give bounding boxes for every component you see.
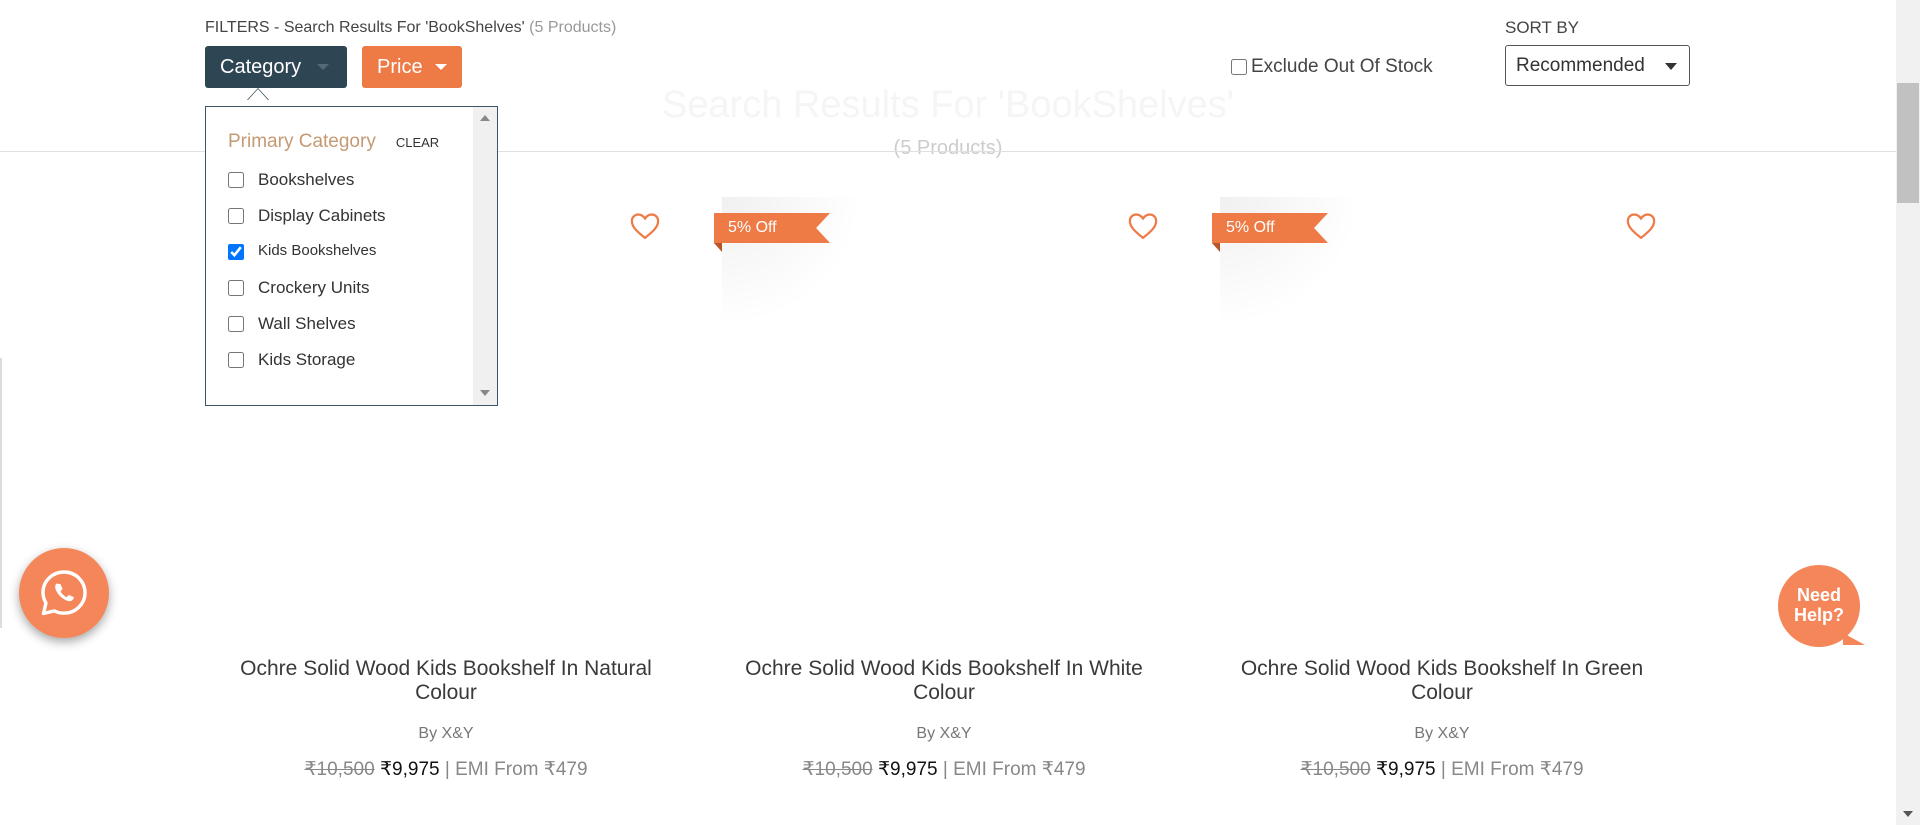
product-card[interactable]: 5% Off Ochre Solid Wood Kids Bookshelf I…: [714, 195, 1158, 795]
wishlist-heart-icon[interactable]: [1128, 212, 1158, 240]
dropdown-pointer: [247, 88, 269, 100]
exclude-out-of-stock-checkbox[interactable]: [1231, 59, 1247, 75]
whatsapp-chat-button[interactable]: [19, 548, 109, 638]
category-checkbox[interactable]: [228, 244, 244, 260]
sort-by-label: SORT BY: [1505, 18, 1580, 37]
category-checkbox[interactable]: [228, 208, 244, 224]
category-checkbox[interactable]: [228, 280, 244, 296]
product-image[interactable]: [722, 195, 1126, 625]
brand-prefix: By: [418, 725, 438, 742]
dropdown-header: Primary Category CLEAR: [228, 131, 439, 153]
category-option-label: Kids Bookshelves: [258, 242, 377, 259]
category-option-label: Crockery Units: [258, 278, 370, 297]
scroll-down-arrow-icon[interactable]: [480, 390, 490, 396]
scroll-up-arrow-icon[interactable]: [480, 115, 490, 121]
sort-select[interactable]: Recommended: [1505, 45, 1690, 86]
product-price: ₹10,500 ₹9,975 | EMI From ₹479: [1228, 758, 1656, 781]
category-option-label: Bookshelves: [258, 170, 355, 189]
brand-name[interactable]: X&Y: [442, 725, 474, 742]
category-checkbox[interactable]: [228, 172, 244, 188]
product-brand: By X&Y: [730, 725, 1158, 743]
brand-name[interactable]: X&Y: [1438, 725, 1470, 742]
category-option-label: Display Cabinets: [258, 206, 386, 225]
category-option-label: Wall Shelves: [258, 314, 356, 333]
emi-info: | EMI From ₹479: [1440, 759, 1584, 780]
product-price: ₹10,500 ₹9,975 | EMI From ₹479: [232, 758, 660, 781]
price-filter-label: Price: [377, 55, 423, 78]
original-price: ₹10,500: [304, 759, 375, 780]
chevron-down-icon: [434, 64, 447, 70]
original-price: ₹10,500: [1300, 759, 1371, 780]
sale-price: ₹9,975: [1375, 759, 1436, 780]
price-filter-button[interactable]: Price: [362, 46, 462, 88]
category-checkbox[interactable]: [228, 352, 244, 368]
whatsapp-icon: [41, 570, 87, 616]
ribbon-fold: [714, 243, 722, 252]
sale-price: ₹9,975: [379, 759, 440, 780]
brand-name[interactable]: X&Y: [940, 725, 972, 742]
category-filter-label: Category: [220, 55, 302, 78]
emi-info: | EMI From ₹479: [942, 759, 1086, 780]
product-image[interactable]: [1220, 195, 1624, 625]
product-brand: By X&Y: [1228, 725, 1656, 743]
chevron-down-icon: [317, 64, 330, 70]
need-help-line-1: Need: [1796, 585, 1841, 605]
scrollbar-thumb[interactable]: [1897, 83, 1919, 203]
category-option-list: Bookshelves Display Cabinets Kids Booksh…: [228, 170, 386, 386]
chevron-down-icon: [1665, 63, 1677, 70]
wishlist-heart-icon[interactable]: [630, 212, 660, 240]
scroll-down-arrow-icon[interactable]: [1903, 811, 1913, 817]
discount-label: 5% Off: [1212, 213, 1328, 243]
brand-prefix: By: [1414, 725, 1434, 742]
product-card[interactable]: 5% Off Ochre Solid Wood Kids Bookshelf I…: [1212, 195, 1656, 795]
filters-title-text: FILTERS - Search Results For 'BookShelve…: [205, 19, 525, 36]
side-panel-edge: [0, 358, 2, 628]
clear-button[interactable]: CLEAR: [396, 135, 439, 150]
product-brand: By X&Y: [232, 725, 660, 743]
category-option-label: Kids Storage: [258, 350, 356, 369]
wishlist-heart-icon[interactable]: [1626, 212, 1656, 240]
sale-price: ₹9,975: [877, 759, 938, 780]
sort-selected-value: Recommended: [1516, 54, 1645, 76]
original-price: ₹10,500: [802, 759, 873, 780]
category-dropdown: Primary Category CLEAR Bookshelves Displ…: [205, 106, 498, 406]
category-filter-button[interactable]: Category: [205, 46, 347, 88]
brand-prefix: By: [916, 725, 936, 742]
dropdown-scrollbar[interactable]: [473, 107, 497, 405]
need-help-line-2: Help?: [1793, 605, 1844, 625]
product-name[interactable]: Ochre Solid Wood Kids Bookshelf In White…: [730, 657, 1158, 705]
product-name[interactable]: Ochre Solid Wood Kids Bookshelf In Natur…: [232, 657, 660, 705]
category-option[interactable]: Kids Bookshelves: [228, 242, 386, 278]
chat-bubble-tail: [1843, 633, 1865, 645]
product-price: ₹10,500 ₹9,975 | EMI From ₹479: [730, 758, 1158, 781]
filters-product-count: (5 Products): [529, 19, 617, 36]
category-option[interactable]: Crockery Units: [228, 278, 386, 314]
need-help-button[interactable]: Need Help?: [1778, 565, 1865, 647]
category-option[interactable]: Wall Shelves: [228, 314, 386, 350]
filters-title: FILTERS - Search Results For 'BookShelve…: [205, 19, 616, 37]
page-scrollbar[interactable]: [1896, 0, 1920, 825]
category-checkbox[interactable]: [228, 316, 244, 332]
emi-info: | EMI From ₹479: [444, 759, 588, 780]
category-option[interactable]: Bookshelves: [228, 170, 386, 206]
discount-label: 5% Off: [714, 213, 830, 243]
ribbon-fold: [1212, 243, 1220, 252]
primary-category-title: Primary Category: [228, 131, 376, 152]
exclude-out-of-stock-label: Exclude Out Of Stock: [1251, 56, 1433, 77]
category-option[interactable]: Kids Storage: [228, 350, 386, 386]
product-name[interactable]: Ochre Solid Wood Kids Bookshelf In Green…: [1228, 657, 1656, 705]
category-option[interactable]: Display Cabinets: [228, 206, 386, 242]
exclude-out-of-stock[interactable]: Exclude Out Of Stock: [1231, 56, 1433, 78]
